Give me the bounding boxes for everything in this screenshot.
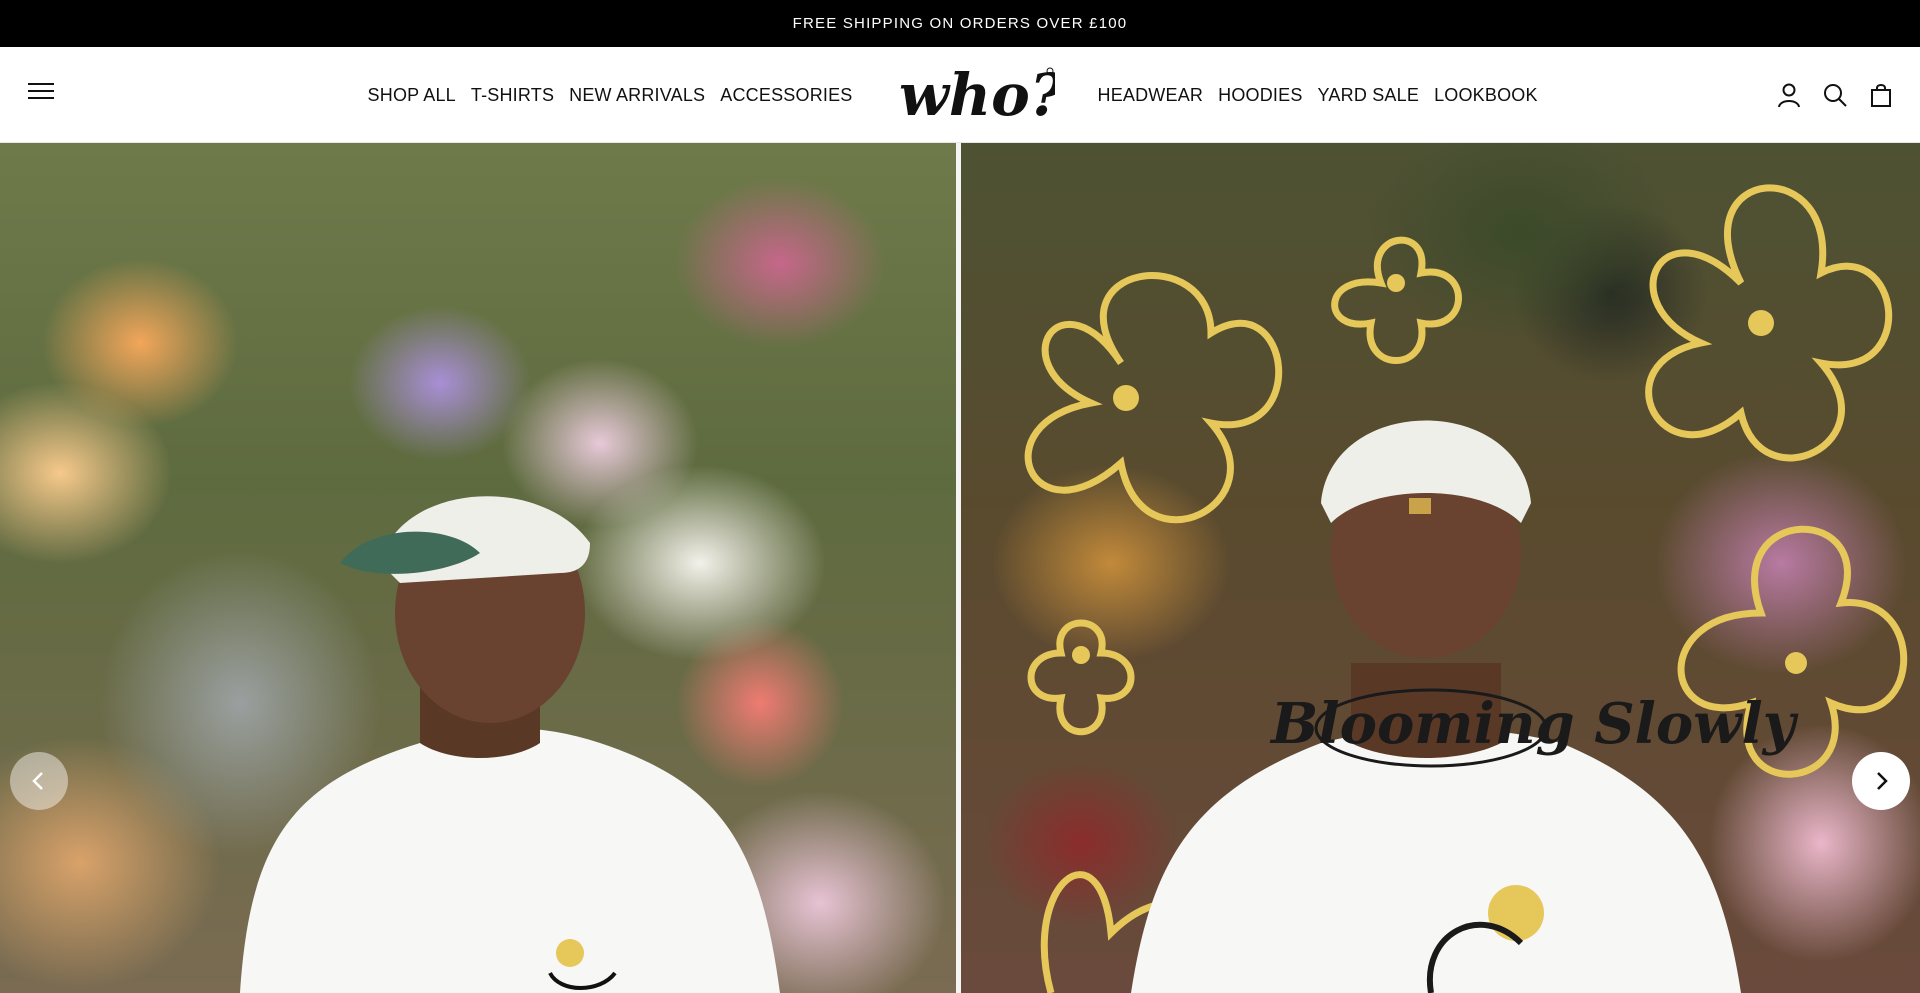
announcement-bar: FREE SHIPPING ON ORDERS OVER £100 [0, 0, 1920, 47]
nav-new-arrivals[interactable]: NEW ARRIVALS [569, 85, 705, 106]
account-icon[interactable] [1776, 82, 1802, 108]
brand-logo[interactable]: who? [895, 63, 1055, 129]
chevron-right-icon[interactable] [1852, 752, 1910, 810]
hero-slide-right-image: Blooming Slowly [960, 143, 1920, 993]
header-actions [1756, 47, 1894, 143]
nav-t-shirts[interactable]: T-SHIRTS [471, 85, 554, 106]
svg-text:who?: who? [899, 63, 1055, 129]
who-logo-wordmark: who? [899, 63, 1055, 129]
nav-shop-all[interactable]: SHOP ALL [368, 85, 456, 106]
nav-yard-sale[interactable]: YARD SALE [1318, 85, 1420, 106]
primary-nav-right: HEADWEAR HOODIES YARD SALE LOOKBOOK [1090, 47, 1545, 143]
search-icon[interactable] [1822, 82, 1848, 108]
announcement-text: FREE SHIPPING ON ORDERS OVER £100 [792, 15, 1128, 32]
nav-headwear[interactable]: HEADWEAR [1098, 85, 1204, 106]
primary-nav-left: SHOP ALL T-SHIRTS NEW ARRIVALS ACCESSORI… [360, 47, 860, 143]
nav-lookbook[interactable]: LOOKBOOK [1434, 85, 1538, 106]
site-header: SHOP ALL T-SHIRTS NEW ARRIVALS ACCESSORI… [0, 47, 1920, 143]
chevron-left-icon[interactable] [10, 752, 68, 810]
hero-slide-left-image [0, 143, 956, 993]
cart-icon[interactable] [1868, 82, 1894, 108]
nav-hoodies[interactable]: HOODIES [1218, 85, 1302, 106]
menu-icon[interactable] [28, 83, 54, 105]
nav-accessories[interactable]: ACCESSORIES [720, 85, 852, 106]
model-back-illustration: Blooming Slowly [1024, 184, 1907, 993]
model-front-illustration [240, 496, 780, 993]
hero-carousel: Blooming Slowly [0, 143, 1920, 993]
